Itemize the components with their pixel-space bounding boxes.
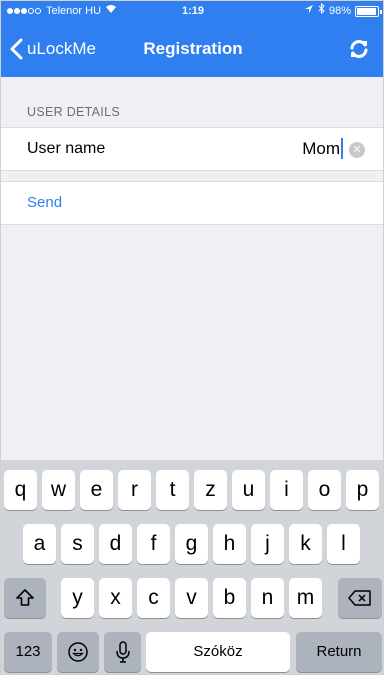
nav-bar: uLockMe Registration	[1, 21, 383, 77]
username-field[interactable]: Mom	[302, 138, 343, 159]
backspace-key[interactable]	[338, 578, 382, 618]
refresh-icon[interactable]	[347, 37, 371, 61]
backspace-icon	[348, 590, 371, 606]
status-right: 98%	[304, 1, 382, 21]
key-j[interactable]: j	[251, 524, 284, 564]
key-k[interactable]: k	[289, 524, 322, 564]
key-h[interactable]: h	[213, 524, 246, 564]
key-b[interactable]: b	[213, 578, 246, 618]
key-a[interactable]: a	[23, 524, 56, 564]
keyboard: q w e r t z u i o p a s d f g h j k l y …	[1, 460, 383, 674]
key-r[interactable]: r	[118, 470, 151, 510]
shift-key[interactable]	[4, 578, 46, 618]
top-bar: Telenor HU 1:19 98% uLockMe Registration	[1, 1, 383, 77]
key-n[interactable]: n	[251, 578, 284, 618]
key-f[interactable]: f	[137, 524, 170, 564]
page-title: Registration	[143, 39, 243, 58]
key-m[interactable]: m	[289, 578, 322, 618]
key-d[interactable]: d	[99, 524, 132, 564]
battery-icon	[355, 5, 382, 17]
key-z[interactable]: z	[194, 470, 227, 510]
key-i[interactable]: i	[270, 470, 303, 510]
send-button[interactable]: Send	[27, 194, 62, 211]
microphone-icon	[115, 641, 130, 663]
key-t[interactable]: t	[156, 470, 189, 510]
screen: Telenor HU 1:19 98% uLockMe Registration…	[0, 0, 384, 675]
username-value: Mom	[302, 138, 340, 158]
emoji-icon	[68, 642, 88, 662]
key-l[interactable]: l	[327, 524, 360, 564]
return-key[interactable]: Return	[296, 632, 382, 672]
section-header-user-details: USER DETAILS	[27, 105, 120, 119]
key-o[interactable]: o	[308, 470, 341, 510]
bluetooth-icon	[318, 1, 325, 21]
key-w[interactable]: w	[42, 470, 75, 510]
location-arrow-icon	[304, 1, 314, 21]
send-row[interactable]: Send	[1, 181, 383, 225]
key-e[interactable]: e	[80, 470, 113, 510]
key-s[interactable]: s	[61, 524, 94, 564]
username-label: User name	[27, 140, 106, 157]
key-y[interactable]: y	[61, 578, 94, 618]
battery-percent: 98%	[328, 5, 351, 17]
key-v[interactable]: v	[175, 578, 208, 618]
emoji-key[interactable]	[57, 632, 99, 672]
clear-text-icon[interactable]: ✕	[349, 142, 365, 158]
key-g[interactable]: g	[175, 524, 208, 564]
text-cursor	[341, 138, 343, 159]
space-key[interactable]: Szóköz	[146, 632, 290, 672]
key-c[interactable]: c	[137, 578, 170, 618]
microphone-key[interactable]	[104, 632, 141, 672]
shift-icon	[16, 589, 34, 606]
key-q[interactable]: q	[4, 470, 37, 510]
key-x[interactable]: x	[99, 578, 132, 618]
key-u[interactable]: u	[232, 470, 265, 510]
username-row[interactable]: User name Mom ✕	[1, 127, 383, 171]
numbers-key[interactable]: 123	[4, 632, 52, 672]
key-p[interactable]: p	[346, 470, 379, 510]
status-bar: Telenor HU 1:19 98%	[1, 1, 383, 21]
